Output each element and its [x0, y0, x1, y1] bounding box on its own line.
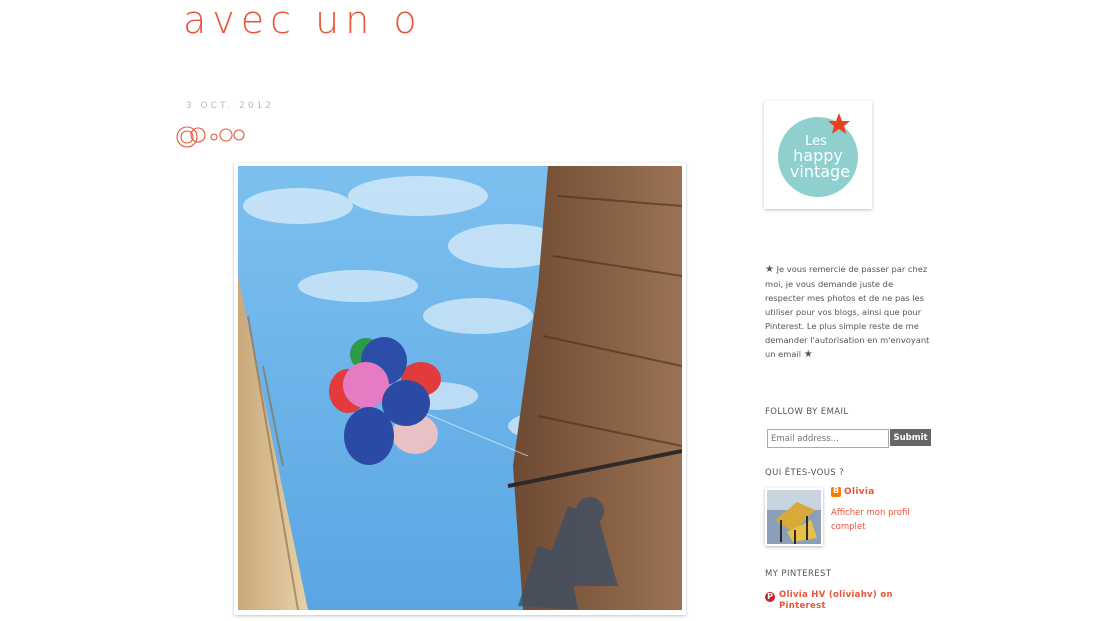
intro-text: ★ Je vous remercie de passer par chez mo…	[765, 262, 935, 362]
view-profile-link[interactable]: Afficher mon profil complet	[831, 506, 921, 534]
star-icon: ★	[803, 349, 813, 360]
star-icon: ★	[765, 264, 774, 275]
avatar[interactable]	[765, 488, 823, 546]
post-title-circles[interactable]	[175, 124, 247, 154]
profile-name[interactable]: Olivia	[844, 487, 875, 497]
pinterest-row[interactable]: P Olivia HV (oliviahv) on Pinterest	[765, 590, 909, 612]
balloons-photo	[234, 163, 686, 615]
happy-vintage-badge[interactable]: Les happy vintage	[764, 101, 872, 209]
intro-body: Je vous remercie de passer par chez moi,…	[765, 264, 930, 359]
pinterest-link[interactable]: Olivia HV (oliviahv) on Pinterest	[779, 590, 909, 612]
blog-title[interactable]: avec un o	[183, 0, 423, 42]
pinterest-icon: P	[765, 592, 775, 602]
profile-name-row[interactable]: Olivia	[831, 486, 875, 497]
profile-section-title: QUI ÊTES-VOUS ?	[765, 468, 845, 478]
submit-button[interactable]: Submit	[890, 429, 931, 446]
pinterest-section-title: MY PINTEREST	[765, 569, 832, 579]
post-date: 3 OCT. 2012	[186, 101, 275, 111]
badge-line-3: vintage	[790, 162, 850, 181]
blogger-icon	[831, 486, 841, 497]
email-input[interactable]	[767, 429, 889, 448]
follow-by-email-title: FOLLOW BY EMAIL	[765, 407, 849, 417]
